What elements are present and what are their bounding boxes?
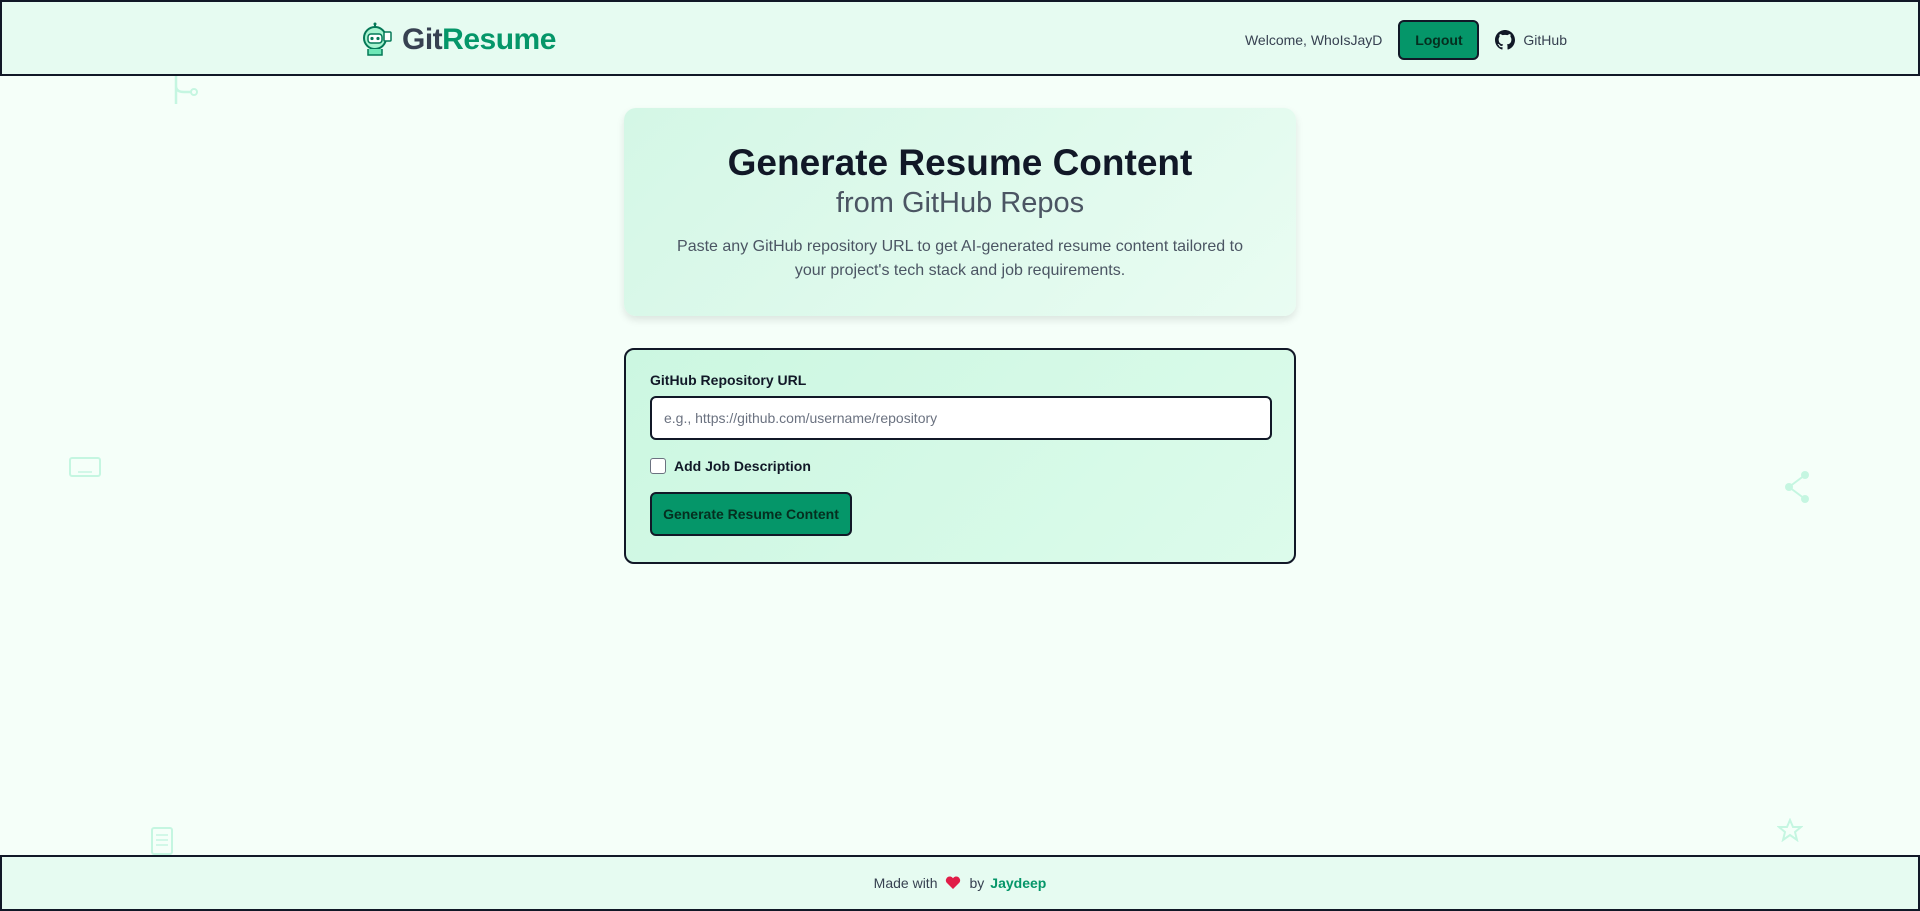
repo-form-card: GitHub Repository URL Add Job Descriptio… (624, 348, 1296, 564)
laptop-icon (69, 457, 101, 477)
brand-logo[interactable]: GitResume (358, 20, 556, 60)
repo-url-label: GitHub Repository URL (650, 372, 807, 388)
brand-name-git: Git (402, 23, 443, 56)
job-description-label[interactable]: Add Job Description (674, 458, 811, 474)
footer: Made with by Jaydeep (0, 855, 1920, 911)
job-description-toggle[interactable]: Add Job Description (650, 458, 1270, 474)
github-label: GitHub (1523, 32, 1567, 48)
generate-resume-button[interactable]: Generate Resume Content (650, 492, 852, 536)
welcome-text: Welcome, WhoIsJayD (1244, 32, 1383, 48)
heart-icon (946, 876, 961, 889)
github-link[interactable]: GitHub (1495, 30, 1567, 50)
page-subtitle: from GitHub Repos (835, 187, 1085, 219)
page-description: Paste any GitHub repository URL to get A… (677, 238, 1243, 279)
logout-button[interactable]: Logout (1398, 20, 1480, 60)
hero-card: Generate Resume Content from GitHub Repo… (624, 108, 1296, 316)
author-link[interactable]: Jaydeep (990, 875, 1046, 891)
footer-by: by (969, 875, 985, 891)
repo-url-input[interactable] (650, 396, 1272, 440)
star-icon (1777, 818, 1803, 842)
git-branch-icon (174, 76, 198, 104)
github-icon (1495, 30, 1516, 50)
share-icon (1785, 471, 1809, 503)
document-icon (151, 827, 173, 855)
brand-name: GitResume (402, 23, 556, 57)
brand-name-resume: Resume (442, 23, 556, 56)
top-navbar: GitResume Welcome, WhoIsJayD Logout GitH… (0, 0, 1920, 76)
robot-mascot-icon (363, 22, 392, 56)
page-title: Generate Resume Content (727, 142, 1193, 183)
navbar-actions: Welcome, WhoIsJayD Logout GitHub (1245, 20, 1567, 60)
footer-made-with: Made with (873, 875, 938, 891)
job-description-checkbox[interactable] (650, 458, 666, 474)
